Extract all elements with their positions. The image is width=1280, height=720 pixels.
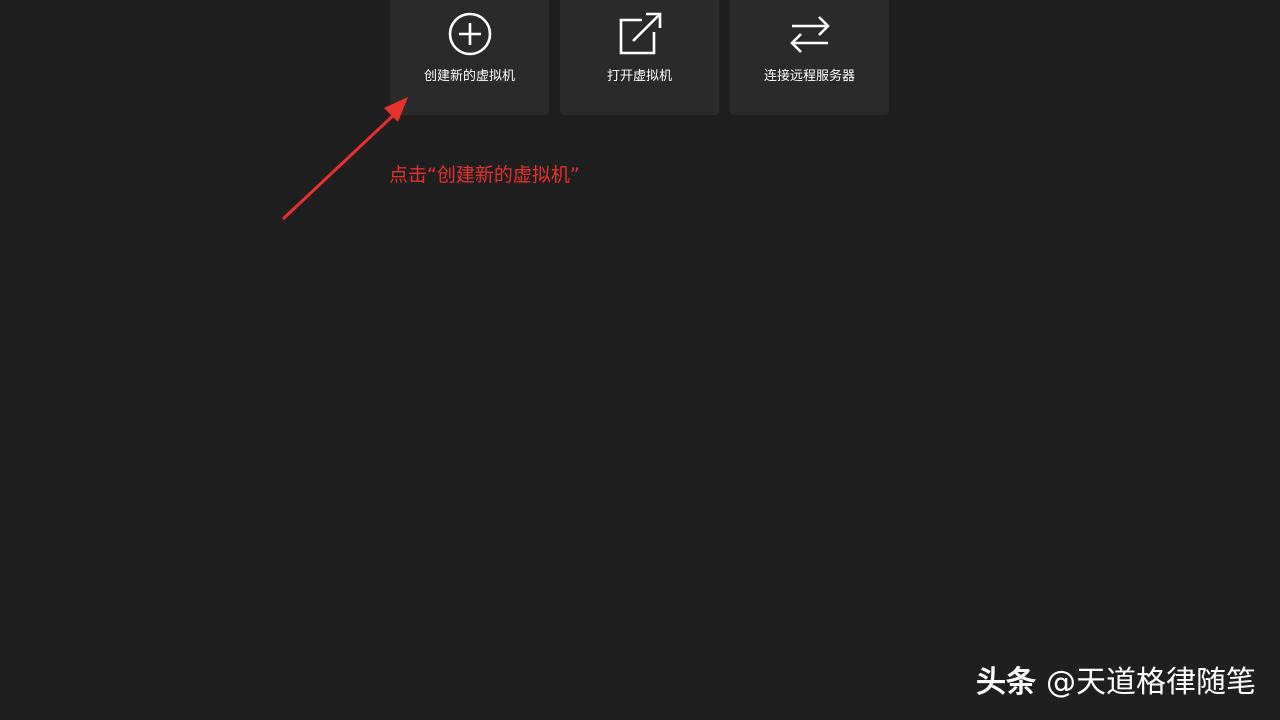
connect-remote-server-label: 连接远程服务器 [763,69,855,84]
create-new-vm-tile[interactable]: 创建新的虚拟机 [390,0,549,115]
create-new-vm-label: 创建新的虚拟机 [423,69,515,84]
vm-home-page: 创建新的虚拟机 打开虚拟机 连接远程服务器 点击“创建新的虚拟机” 头条 @天道… [0,0,1280,720]
watermark: 头条 @天道格律随笔 [976,664,1256,702]
open-vm-tile[interactable]: 打开虚拟机 [560,0,719,115]
annotation-hint-text: 点击“创建新的虚拟机” [389,164,580,186]
plus-circle-icon [446,10,494,58]
connect-remote-server-tile[interactable]: 连接远程服务器 [730,0,889,115]
watermark-brand: 头条 [976,665,1036,700]
swap-arrows-icon [786,10,834,58]
open-external-icon [616,10,664,58]
open-vm-label: 打开虚拟机 [606,69,672,84]
watermark-handle: @天道格律随笔 [1046,665,1256,700]
